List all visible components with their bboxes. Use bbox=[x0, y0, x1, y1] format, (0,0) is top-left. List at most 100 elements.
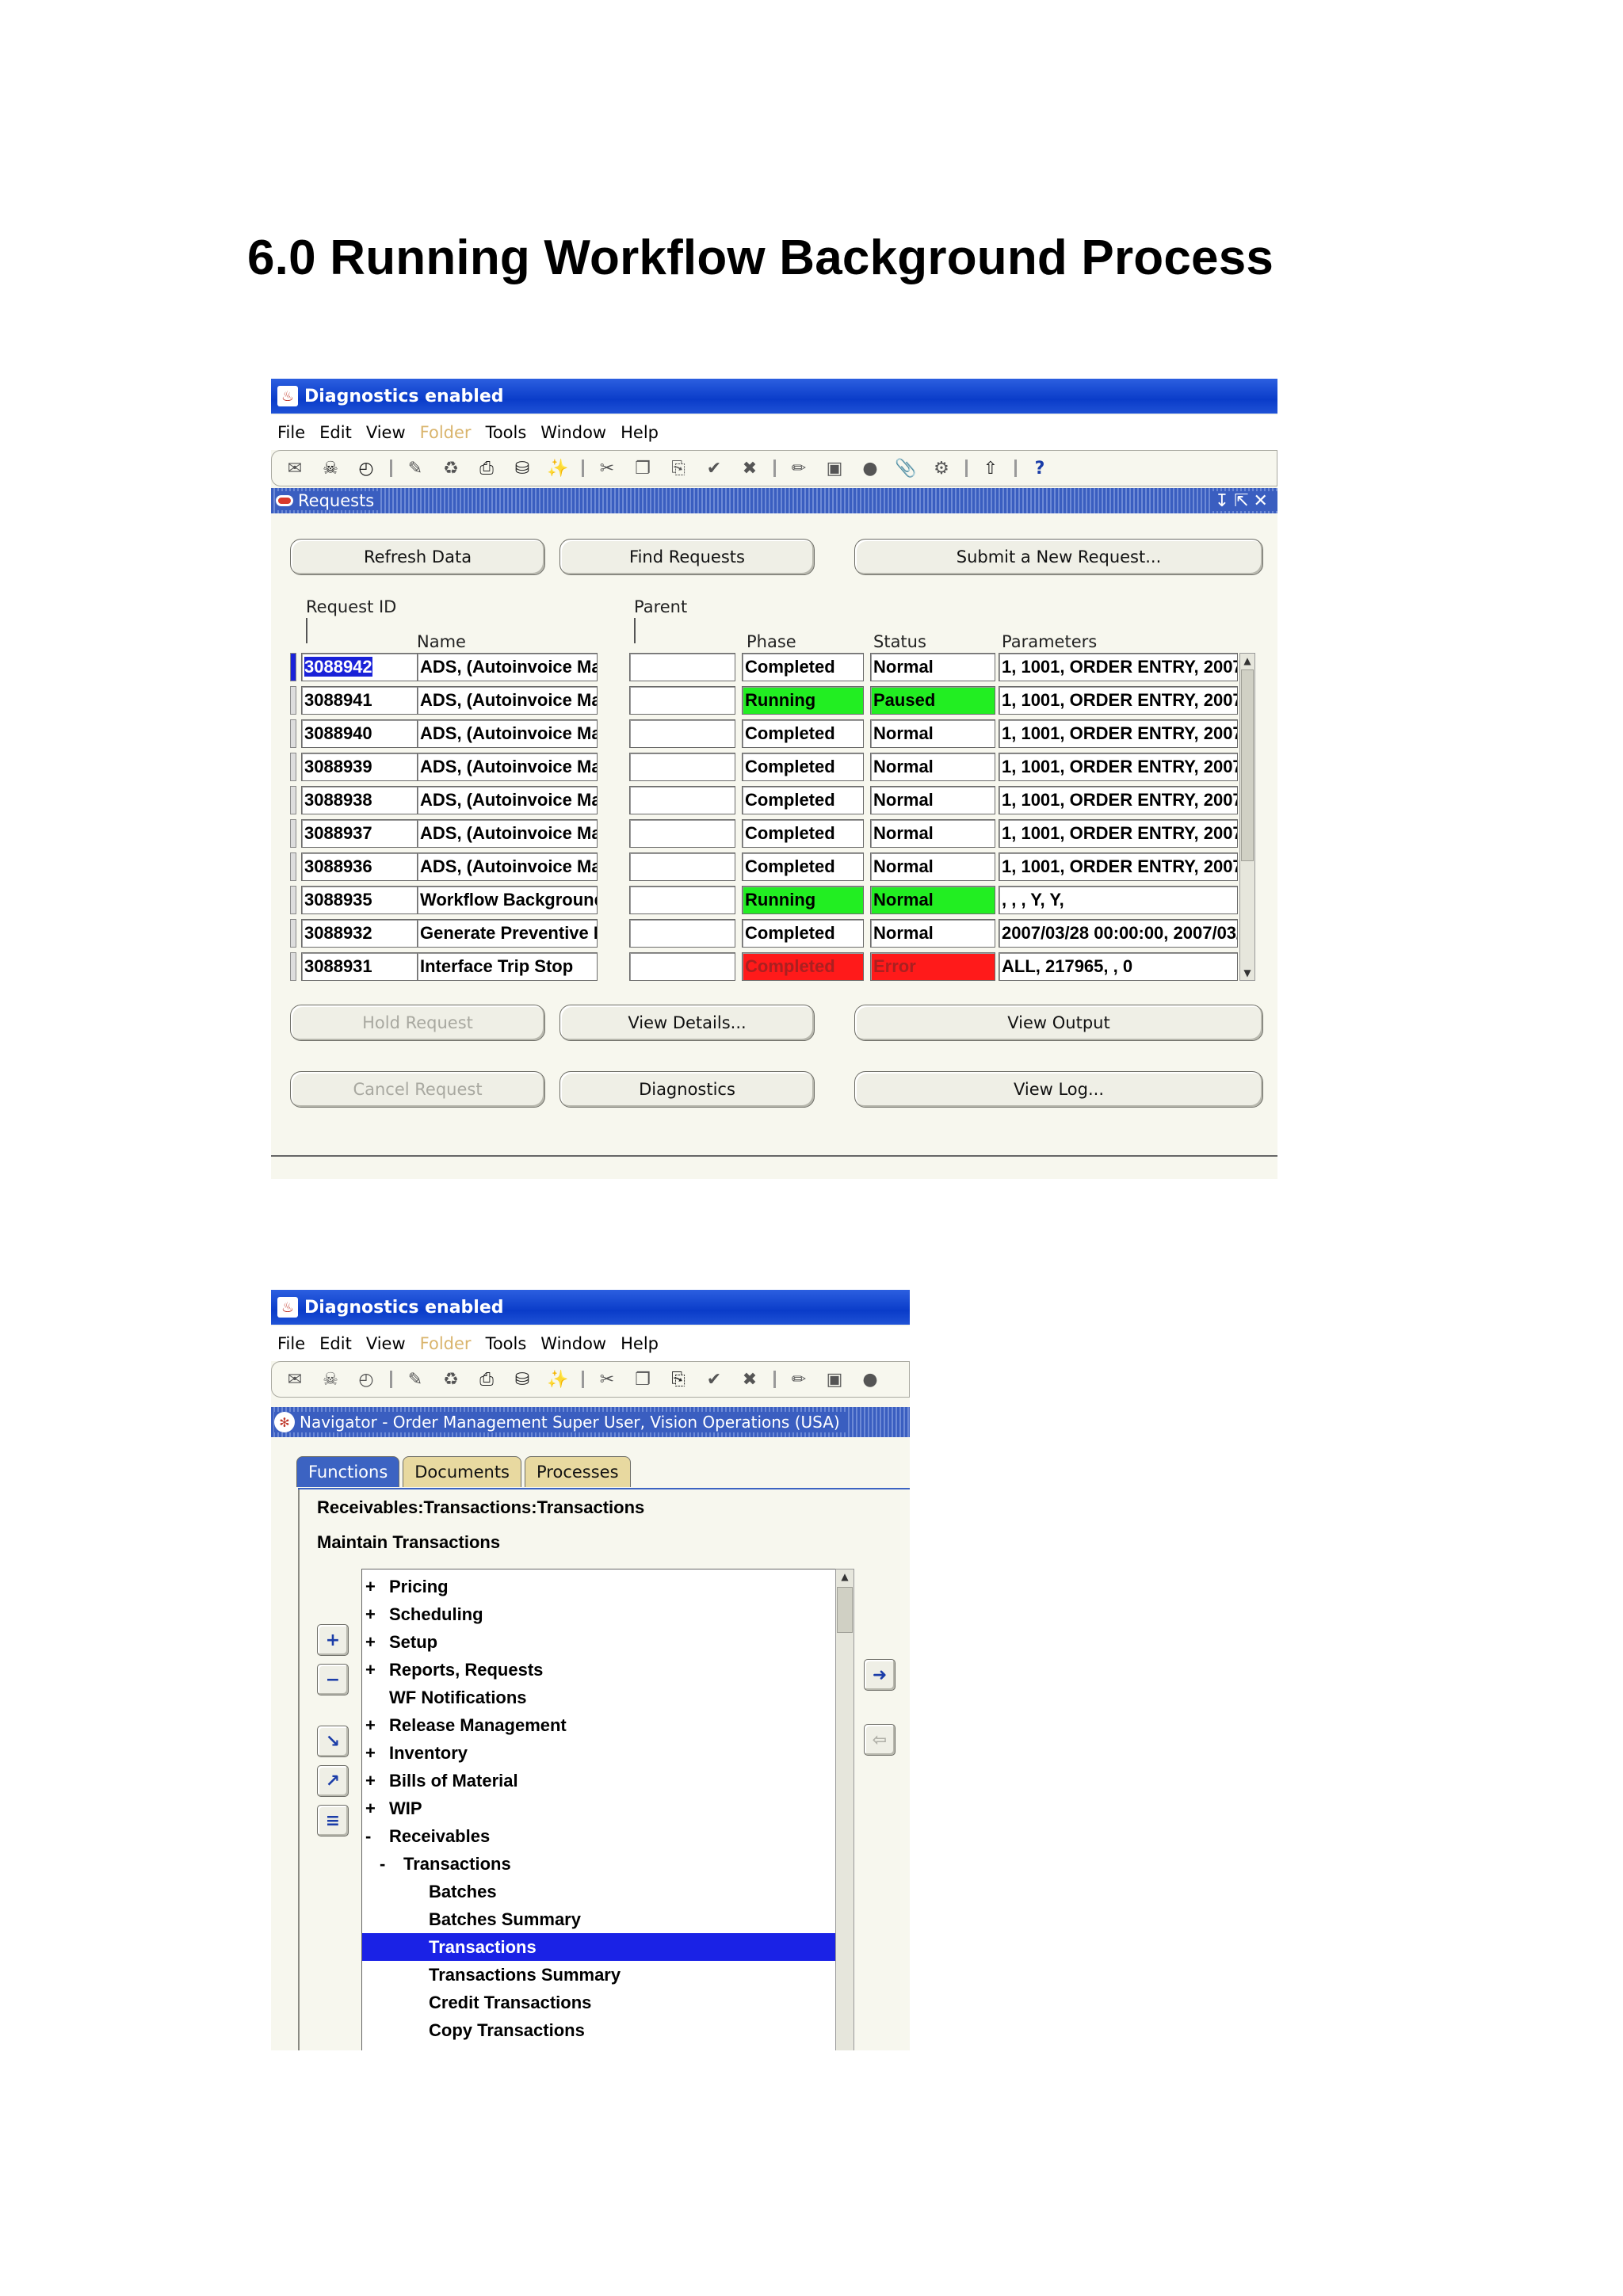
cell-request-id[interactable]: 3088940 bbox=[301, 719, 418, 748]
cell-parent[interactable] bbox=[629, 686, 735, 715]
zoom-icon[interactable]: ▣ bbox=[823, 457, 846, 479]
cell-status[interactable]: Normal bbox=[870, 852, 995, 881]
cut-icon[interactable]: ✂ bbox=[595, 457, 619, 479]
open-function-button[interactable]: ➜ bbox=[864, 1659, 896, 1691]
cell-parameters[interactable]: 1, 1001, ORDER ENTRY, 2007 bbox=[999, 719, 1238, 748]
cell-request-id[interactable]: 3088936 bbox=[301, 852, 418, 881]
tree-item[interactable]: + Bills of Material bbox=[362, 1767, 836, 1794]
cell-phase[interactable]: Completed bbox=[742, 719, 864, 748]
new-icon[interactable]: ✨ bbox=[546, 1368, 570, 1390]
cell-parent[interactable] bbox=[629, 753, 735, 781]
cell-status[interactable]: Normal bbox=[870, 786, 995, 814]
row-selector[interactable] bbox=[290, 919, 296, 948]
row-selector[interactable] bbox=[290, 786, 296, 814]
next-step-icon[interactable]: ✎ bbox=[403, 457, 427, 479]
menu-file[interactable]: File bbox=[277, 1334, 305, 1353]
tree-item[interactable]: + Setup bbox=[362, 1628, 836, 1656]
cell-status[interactable]: Normal bbox=[870, 653, 995, 681]
new-record-icon[interactable]: ✉ bbox=[283, 457, 307, 479]
edit-field-icon[interactable]: ✏ bbox=[787, 1368, 811, 1390]
cell-parent[interactable] bbox=[629, 819, 735, 848]
cell-parameters[interactable]: 1, 1001, ORDER ENTRY, 2007 bbox=[999, 819, 1238, 848]
cell-parent[interactable] bbox=[629, 952, 735, 981]
clear-record-icon[interactable]: ✔ bbox=[702, 1368, 726, 1390]
cell-request-id[interactable]: 3088938 bbox=[301, 786, 418, 814]
expand-branch-button[interactable]: ↘ bbox=[317, 1726, 349, 1757]
window-help-icon[interactable]: ⇧ bbox=[979, 457, 1002, 479]
cell-phase[interactable]: Completed bbox=[742, 819, 864, 848]
flashlight-icon[interactable]: ☠ bbox=[319, 1368, 342, 1390]
tree-expander-icon[interactable]: + bbox=[365, 1767, 378, 1794]
cell-name[interactable]: ADS, (Autoinvoice Maste bbox=[417, 819, 598, 848]
cell-phase[interactable]: Completed bbox=[742, 786, 864, 814]
tree-item[interactable]: Transactions Summary bbox=[362, 1961, 836, 1989]
tree-expander-icon[interactable]: - bbox=[380, 1850, 392, 1878]
tree-item[interactable]: Batches Summary bbox=[362, 1905, 836, 1933]
row-selector[interactable] bbox=[290, 819, 296, 848]
save-icon[interactable]: ◴ bbox=[354, 1368, 378, 1390]
cell-request-id[interactable]: 3088931 bbox=[301, 952, 418, 981]
zoom-icon[interactable]: ▣ bbox=[823, 1368, 846, 1390]
row-selector[interactable] bbox=[290, 653, 296, 681]
help-icon[interactable]: ? bbox=[1028, 457, 1052, 479]
cell-name[interactable]: ADS, (Autoinvoice Maste bbox=[417, 719, 598, 748]
cell-name[interactable]: ADS, (Autoinvoice Maste bbox=[417, 653, 598, 681]
close-form-icon[interactable]: ⛁ bbox=[510, 1368, 534, 1390]
cell-parameters[interactable]: 1, 1001, ORDER ENTRY, 2007 bbox=[999, 686, 1238, 715]
cell-request-id[interactable]: 3088942 bbox=[301, 653, 418, 681]
scroll-up-icon[interactable]: ▲ bbox=[839, 1571, 850, 1582]
attachments-icon[interactable]: 📎 bbox=[894, 457, 918, 479]
cell-request-id[interactable]: 3088932 bbox=[301, 919, 418, 948]
menu-tools[interactable]: Tools bbox=[486, 1334, 527, 1353]
tree-expander-icon[interactable]: + bbox=[365, 1600, 378, 1628]
tree-expander-icon[interactable]: - bbox=[365, 1822, 378, 1850]
cell-phase[interactable]: Completed bbox=[742, 753, 864, 781]
flashlight-icon[interactable]: ☠ bbox=[319, 457, 342, 479]
row-selector[interactable] bbox=[290, 852, 296, 881]
scrollbar-thumb[interactable] bbox=[1241, 669, 1254, 861]
tree-item[interactable]: WF Notifications bbox=[362, 1684, 836, 1711]
cell-name[interactable]: ADS, (Autoinvoice Maste bbox=[417, 852, 598, 881]
tree-expander-icon[interactable]: + bbox=[365, 1739, 378, 1767]
switch-responsibility-icon[interactable]: ♻ bbox=[439, 457, 463, 479]
copy-icon[interactable]: ❐ bbox=[631, 457, 655, 479]
requests-scrollbar[interactable]: ▲ ▼ bbox=[1239, 653, 1255, 981]
delete-icon[interactable]: ✖ bbox=[738, 457, 762, 479]
tree-expander-icon[interactable]: + bbox=[365, 1573, 378, 1600]
tree-item[interactable]: + Scheduling bbox=[362, 1600, 836, 1628]
tree-item[interactable]: Batches bbox=[362, 1878, 836, 1905]
switch-responsibility-icon[interactable]: ♻ bbox=[439, 1368, 463, 1390]
save-icon[interactable]: ◴ bbox=[354, 457, 378, 479]
cell-status[interactable]: Paused bbox=[870, 686, 995, 715]
tree-item[interactable]: + WIP bbox=[362, 1794, 836, 1822]
tree-item[interactable]: + Pricing bbox=[362, 1573, 836, 1600]
cell-request-id[interactable]: 3088941 bbox=[301, 686, 418, 715]
paste-icon[interactable]: ⎘ bbox=[666, 457, 690, 479]
tree-item[interactable]: - Receivables bbox=[362, 1822, 836, 1850]
cell-name[interactable]: ADS, (Autoinvoice Maste bbox=[417, 786, 598, 814]
cell-request-id[interactable]: 3088939 bbox=[301, 753, 418, 781]
cell-name[interactable]: ADS, (Autoinvoice Maste bbox=[417, 753, 598, 781]
row-selector[interactable] bbox=[290, 952, 296, 981]
window-control-icons[interactable]: ↧⇱✕ bbox=[1209, 490, 1277, 511]
menu-edit[interactable]: Edit bbox=[319, 1334, 352, 1353]
menu-window[interactable]: Window bbox=[540, 423, 606, 442]
tree-expander-icon[interactable]: + bbox=[365, 1794, 378, 1822]
cell-status[interactable]: Normal bbox=[870, 753, 995, 781]
cell-phase[interactable]: Completed bbox=[742, 919, 864, 948]
tree-item[interactable]: + Inventory bbox=[362, 1739, 836, 1767]
copy-icon[interactable]: ❐ bbox=[631, 1368, 655, 1390]
menu-help[interactable]: Help bbox=[621, 423, 659, 442]
cell-name[interactable]: Interface Trip Stop bbox=[417, 952, 598, 981]
delete-icon[interactable]: ✖ bbox=[738, 1368, 762, 1390]
tree-item[interactable]: - Transactions bbox=[362, 1850, 836, 1878]
expand-one-button[interactable]: + bbox=[317, 1624, 349, 1656]
menu-tools[interactable]: Tools bbox=[486, 423, 527, 442]
close-form-icon[interactable]: ⛁ bbox=[510, 457, 534, 479]
cell-name[interactable]: Generate Preventive Mai bbox=[417, 919, 598, 948]
scroll-up-icon[interactable]: ▲ bbox=[1242, 655, 1253, 666]
scrollbar-thumb[interactable] bbox=[837, 1587, 853, 1633]
tree-item[interactable]: Copy Transactions bbox=[362, 2016, 836, 2044]
cell-parent[interactable] bbox=[629, 919, 735, 948]
row-selector[interactable] bbox=[290, 719, 296, 748]
